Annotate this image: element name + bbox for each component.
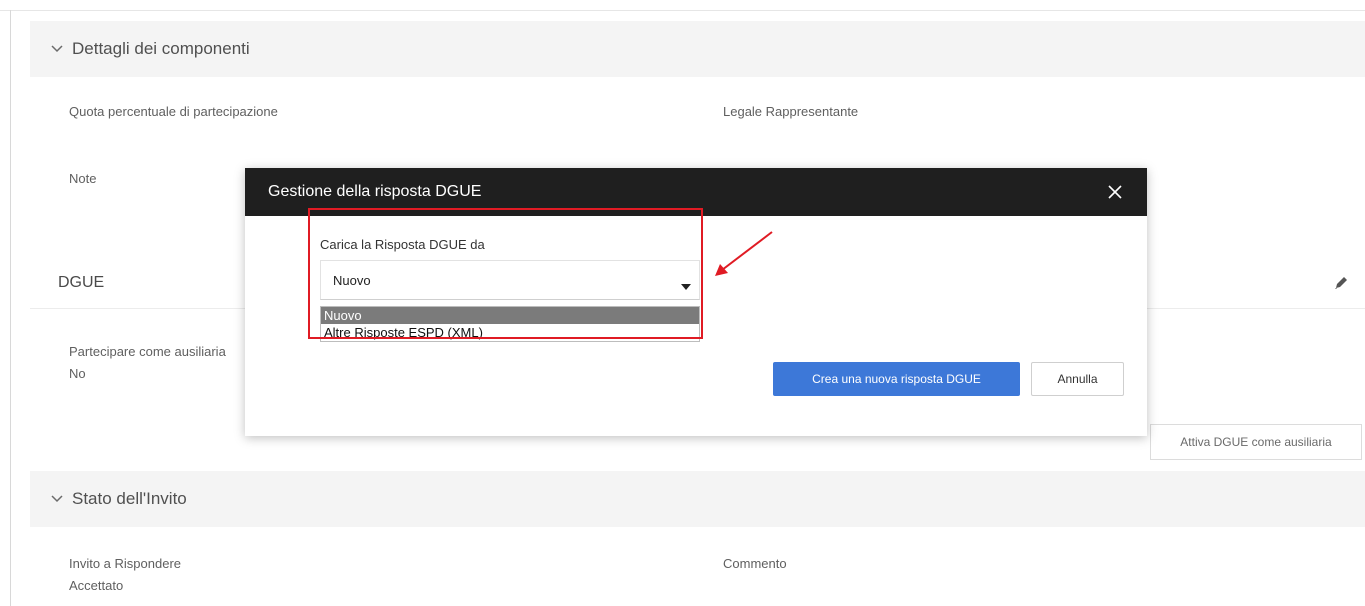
source-field-label: Carica la Risposta DGUE da — [320, 237, 485, 252]
modal-header: Gestione della risposta DGUE — [245, 168, 1147, 216]
invito-label: Invito a Rispondere — [69, 556, 182, 571]
legale-label: Legale Rappresentante — [723, 104, 859, 119]
commento-label: Commento — [723, 556, 787, 571]
chevron-down-icon — [50, 492, 64, 506]
ausiliaria-value: No — [69, 366, 86, 381]
select-value: Nuovo — [333, 272, 371, 288]
section-title-components: Dettagli dei componenti — [72, 39, 250, 58]
option-altre-risposte[interactable]: Altre Risposte ESPD (XML) — [321, 324, 699, 341]
section-header-components[interactable]: Dettagli dei componenti — [30, 21, 1365, 77]
section-header-invito[interactable]: Stato dell'Invito — [30, 471, 1365, 527]
left-border — [10, 10, 11, 606]
close-icon[interactable] — [1105, 182, 1125, 202]
source-select[interactable]: Nuovo — [320, 260, 700, 300]
note-label: Note — [69, 171, 97, 186]
option-nuovo[interactable]: Nuovo — [321, 307, 699, 324]
dgue-modal: Gestione della risposta DGUE Carica la R… — [245, 168, 1147, 436]
section-title-invito: Stato dell'Invito — [72, 489, 187, 508]
create-response-button[interactable]: Crea una nuova risposta DGUE — [773, 362, 1020, 396]
top-border — [0, 10, 1365, 11]
quota-label: Quota percentuale di partecipazione — [69, 104, 278, 119]
invito-value: Accettato — [69, 578, 124, 593]
pencil-icon[interactable] — [1333, 275, 1349, 291]
attiva-dgue-button[interactable]: Attiva DGUE come ausiliaria — [1150, 424, 1362, 460]
modal-title: Gestione della risposta DGUE — [268, 183, 482, 200]
caret-down-icon — [681, 277, 691, 290]
dgue-title: DGUE — [58, 274, 105, 291]
annotation-arrow-icon — [715, 231, 773, 276]
source-dropdown-list: Nuovo Altre Risposte ESPD (XML) — [320, 306, 700, 342]
ausiliaria-label: Partecipare come ausiliaria — [69, 344, 226, 359]
chevron-down-icon — [50, 42, 64, 56]
cancel-button[interactable]: Annulla — [1031, 362, 1124, 396]
